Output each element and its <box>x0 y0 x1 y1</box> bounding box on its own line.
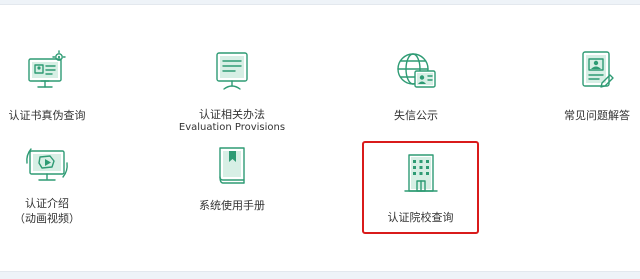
tile-label: 认证书真伪查询 <box>8 109 86 122</box>
tile-evaluation-provisions[interactable]: 认证相关办法 Evaluation Provisions <box>170 49 294 134</box>
document-board-icon <box>216 52 248 90</box>
tile-sublabel: （动画视频） <box>14 212 80 225</box>
tile-label: 常见问题解答 <box>564 109 630 122</box>
tile-certificate-verification[interactable]: 认证书真伪查询 <box>4 49 90 122</box>
manual-book-icon <box>219 147 245 184</box>
video-monitor-icon <box>26 148 68 181</box>
tile-system-manual[interactable]: 系统使用手册 <box>192 143 272 212</box>
certificate-computer-icon <box>28 50 66 88</box>
globe-id-card-icon <box>397 53 436 88</box>
tile-faq[interactable]: 常见问题解答 <box>554 47 640 122</box>
tile-sublabel: Evaluation Provisions <box>178 122 286 133</box>
tile-label: 认证相关办法 <box>199 108 265 121</box>
id-document-icon <box>582 51 614 88</box>
quick-links-panel: 认证书真伪查询 认证相关办法 Evaluation Provisions 失信公… <box>0 4 640 272</box>
tile-certification-intro[interactable]: 认证介绍 （动画视频） <box>4 145 90 225</box>
tile-label: 系统使用手册 <box>199 199 265 212</box>
tile-dishonesty-publicity[interactable]: 失信公示 <box>373 49 459 122</box>
tile-label: 失信公示 <box>394 109 438 122</box>
tile-label: 认证介绍 <box>25 197 69 210</box>
highlight-box <box>362 141 479 234</box>
